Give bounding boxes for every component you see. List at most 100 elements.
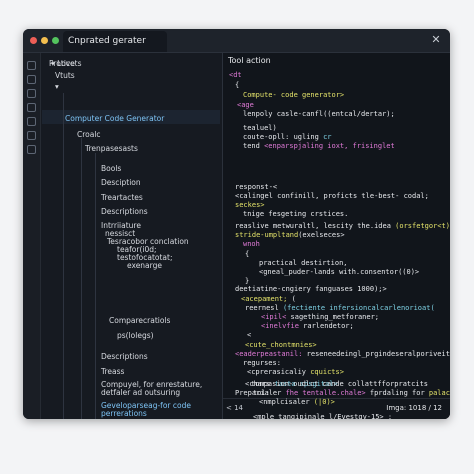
tree-item[interactable]: Treartactes xyxy=(101,193,143,202)
title-bar: Cnprated gerater ✕ xyxy=(23,29,450,53)
code-line: <nmplcisaler (|0)> xyxy=(259,398,335,407)
code-token: wnoh xyxy=(243,240,260,248)
close-window-button[interactable] xyxy=(30,37,37,44)
code-token: rarlendetor; xyxy=(303,322,354,330)
tree-item[interactable]: Descriptions xyxy=(101,207,148,216)
explorer-sidebar: Proticets ⌄ ▾ LoveVtuts▾Computer Code Ge… xyxy=(41,53,239,419)
code-token: ; xyxy=(383,413,393,419)
code-token: (orsfetgor<t) xyxy=(395,222,450,230)
tree-item[interactable]: perrerations xyxy=(101,409,147,418)
code-line: coute-opll: ugling cr xyxy=(243,133,332,142)
code-token: fhe tentalle.chale> xyxy=(285,389,366,397)
code-token: reseneedeingl_prgindeseralporiveitient: … xyxy=(306,350,450,358)
minimize-window-button[interactable] xyxy=(41,37,48,44)
code-token: <eaderpeastanil: xyxy=(235,350,307,358)
code-line: reernesl (fectiente infersioncalcarlenor… xyxy=(245,304,435,313)
status-right: Imga: 1018 / 12 xyxy=(386,404,442,412)
close-icon[interactable]: ✕ xyxy=(428,32,444,48)
tree-item[interactable]: ▾ Love xyxy=(51,59,75,68)
code-token: <age xyxy=(237,101,254,109)
code-line: <acepament; ( xyxy=(241,295,296,304)
tree-item[interactable]: Desciption xyxy=(101,178,141,187)
code-token: (|0)> xyxy=(313,398,335,406)
code-token: <acepament; xyxy=(241,295,288,303)
code-line: <cute_chontmnies> xyxy=(245,341,317,350)
tab-active-file[interactable]: Cnprated gerater xyxy=(63,31,167,52)
code-token: <gneal_puder-lands with.consentor((0)> xyxy=(259,268,420,276)
tool-action-panel: Tool action < 14 Imga: 1018 / 12 <dt {Com… xyxy=(223,53,450,419)
code-token: tonpasion-oudlct cande collattfforpratci… xyxy=(251,380,429,388)
files-icon[interactable] xyxy=(27,61,36,70)
code-token: reaslive metwuraltl, lescity the. xyxy=(235,222,375,230)
code-line: lenpoly casle-canfl((entcal/dertar); xyxy=(243,110,395,119)
code-line: practical destirtion, xyxy=(259,259,348,268)
code-token: tend xyxy=(243,142,265,150)
tree-item[interactable]: Trenpasesasts xyxy=(85,144,138,153)
code-line: <inelvfie rarlendetor; xyxy=(261,322,354,331)
code-line: tol: xyxy=(253,389,270,398)
code-token: cquicts> xyxy=(310,368,344,376)
code-line: <gneal_puder-lands with.consentor((0)> xyxy=(259,268,419,277)
code-token: tol: xyxy=(253,389,270,397)
code-token: ( xyxy=(287,295,296,303)
code-token: reernesl xyxy=(245,304,283,312)
code-line: seckes> xyxy=(235,201,265,210)
tree-item[interactable]: exenarge xyxy=(127,261,162,270)
tree-item[interactable]: Croalc xyxy=(77,130,101,139)
code-token: regurses: xyxy=(243,359,281,367)
code-token: } xyxy=(245,277,250,285)
tree-item[interactable]: ps(lolegs) xyxy=(117,331,154,340)
code-token: <calingel confinill, proficts tle-best- … xyxy=(235,192,429,200)
indent-guide xyxy=(81,138,82,419)
tree-item[interactable]: Vtuts xyxy=(55,71,75,80)
indent-guide xyxy=(63,93,64,419)
code-token: <cprerasicaliy xyxy=(247,368,311,376)
code-token: cr xyxy=(323,133,332,141)
code-line: tend <enparspjaling ioxt, frisinglet xyxy=(243,142,395,151)
code-token: tnige fesgeting crstices. xyxy=(243,210,349,218)
code-line: wnoh xyxy=(243,240,260,249)
code-token: deetiatine-cngiery fanguases 1000);> xyxy=(235,285,387,293)
tree-item[interactable]: Bools xyxy=(101,164,121,173)
code-token: tealuel) xyxy=(243,124,277,132)
tree-item[interactable]: Treass xyxy=(101,367,124,376)
code-token: responst-< xyxy=(235,183,278,191)
code-line: { xyxy=(245,250,249,259)
tree-item[interactable]: Descriptions xyxy=(101,352,148,361)
code-token: coute-opll: ugling xyxy=(243,133,324,141)
settings-icon[interactable] xyxy=(27,131,36,140)
code-line: <eaderpeastanil: reseneedeingl_prgindese… xyxy=(235,350,450,359)
code-token: <dt xyxy=(229,71,242,79)
account-icon[interactable] xyxy=(27,145,36,154)
code-line: <dt xyxy=(229,71,242,80)
code-line: stride-umpltand(exelseces> xyxy=(235,231,345,240)
code-token: (fectiente infersioncalcarlenorioat( xyxy=(282,304,435,312)
editor-window: Cnprated gerater ✕ Proticets ⌄ ▾ LoveVtu… xyxy=(23,29,450,419)
code-token: { xyxy=(235,81,240,89)
code-line: Compute- code generator> xyxy=(243,91,344,100)
source-control-icon[interactable] xyxy=(27,89,36,98)
search-icon[interactable] xyxy=(27,75,36,84)
code-line: <cprerasicaliy cquicts> xyxy=(247,368,344,377)
debug-icon[interactable] xyxy=(27,103,36,112)
status-left: < 14 xyxy=(226,404,243,412)
tree-item[interactable]: Computer Code Generator xyxy=(65,114,164,123)
code-token: seckes> xyxy=(235,201,265,209)
code-line: deetiatine-cngiery fanguases 1000);> xyxy=(235,285,387,294)
code-token: <mple tangipinale l/Evestgy-15> xyxy=(253,413,384,419)
code-line: regurses: xyxy=(243,359,281,368)
extensions-icon[interactable] xyxy=(27,117,36,126)
code-line: tonpasion-oudlct cande collattfforpratci… xyxy=(251,380,428,389)
code-line: <ipil< sagething_metforaner; xyxy=(261,313,379,322)
code-token: Compute- code generator> xyxy=(243,91,345,99)
code-token: palac( xyxy=(428,389,450,397)
code-token: sagething_metforaner; xyxy=(290,313,380,321)
tree-item[interactable]: ▾ xyxy=(55,82,59,91)
tree-item[interactable]: Comparecratiols xyxy=(109,316,170,325)
tree-item[interactable]: detfaler ad outsuring xyxy=(101,388,180,397)
code-token: <nmplcisaler xyxy=(259,398,314,406)
code-token: fprdaling for xyxy=(365,389,429,397)
code-token: <inelvfie xyxy=(261,322,304,330)
maximize-window-button[interactable] xyxy=(52,37,59,44)
code-token: { xyxy=(245,250,250,258)
